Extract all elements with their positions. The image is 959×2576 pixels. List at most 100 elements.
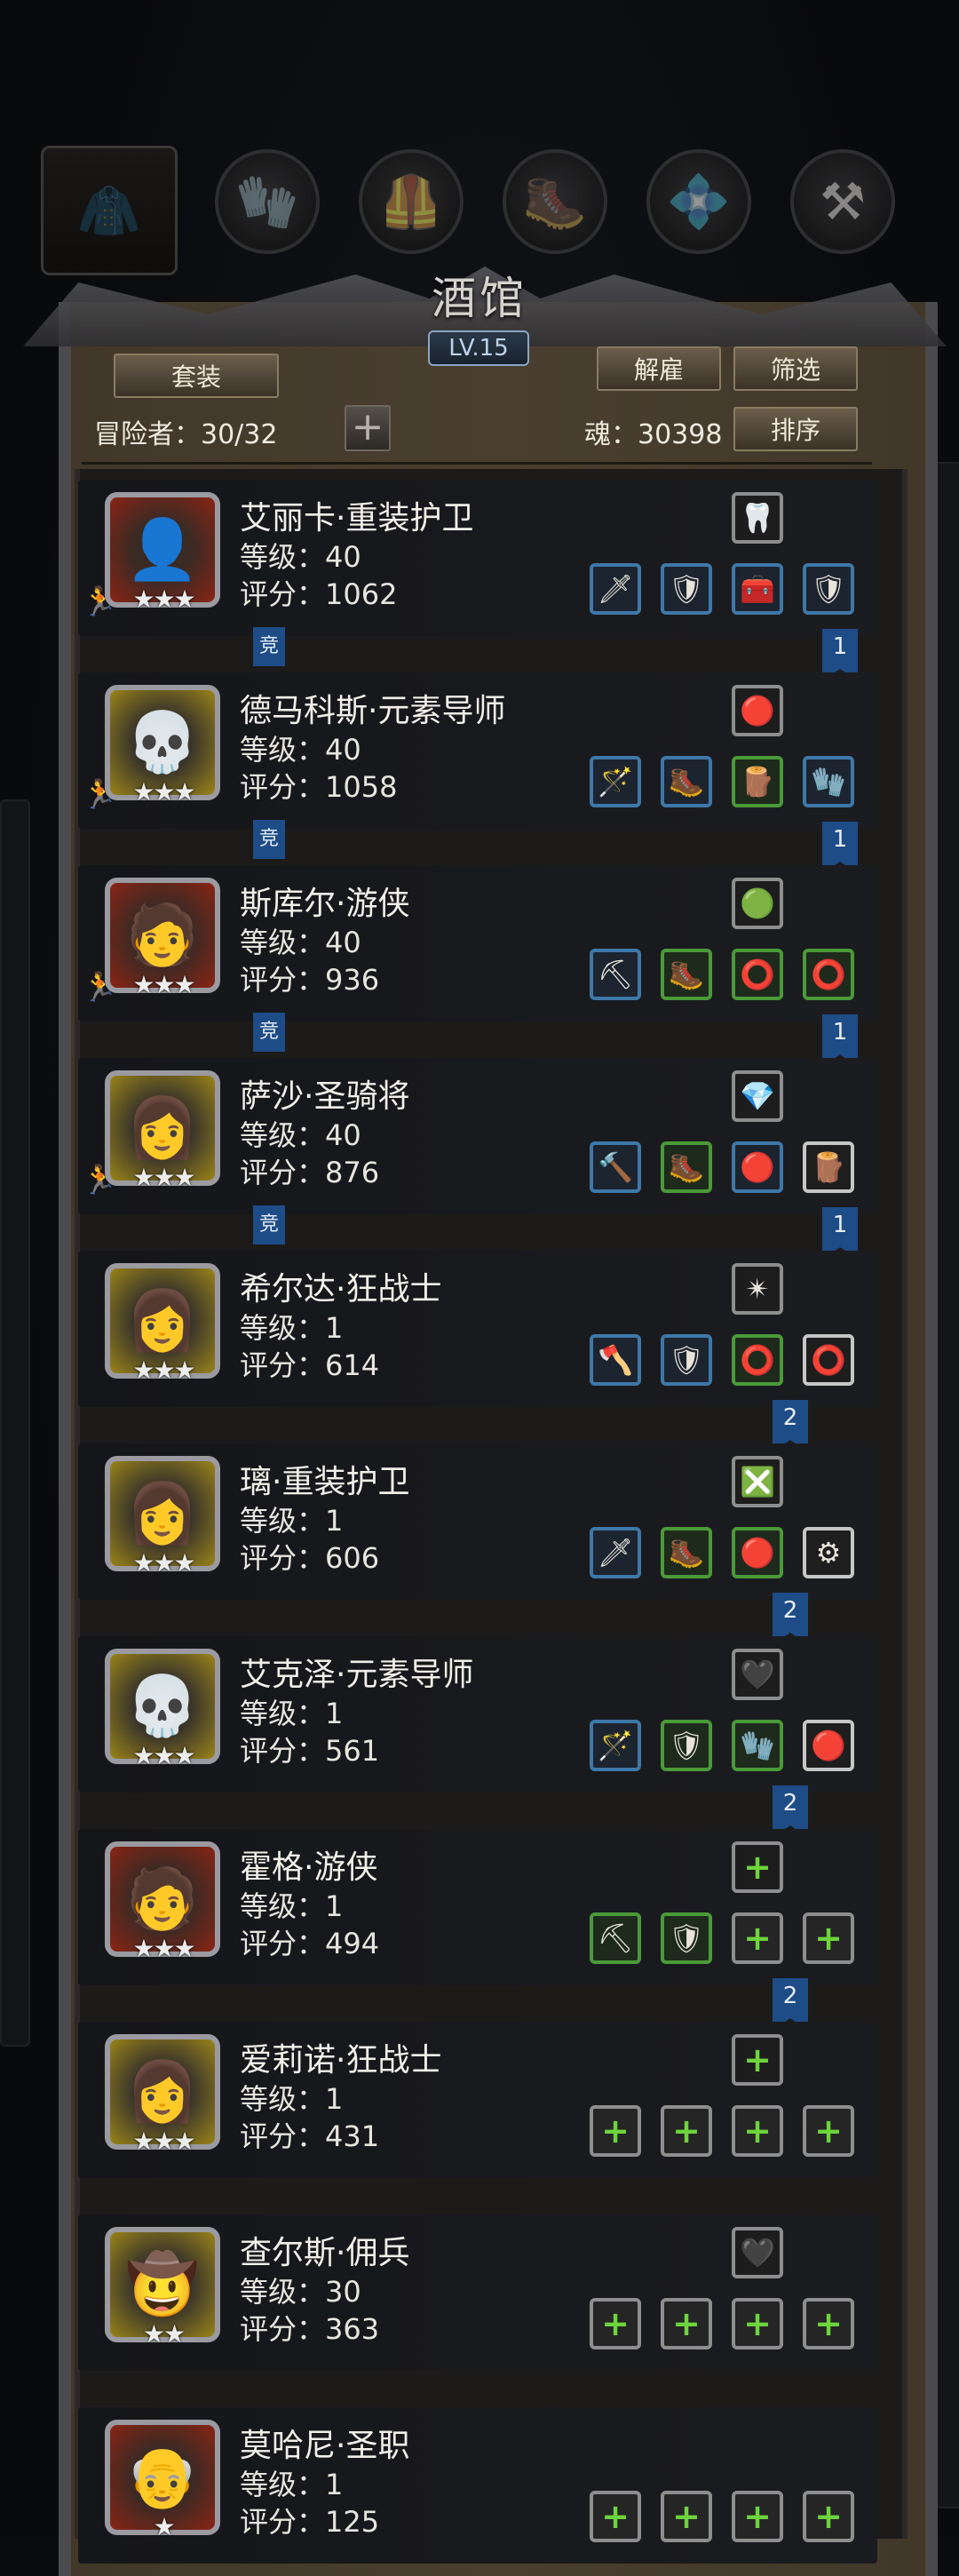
equipment-slot[interactable]: 🥾 xyxy=(661,756,712,807)
equipment-slot[interactable]: 🥾 xyxy=(661,1527,712,1578)
accessory-slot[interactable]: ✴ xyxy=(732,1263,783,1315)
equipment-icon: ⛏ xyxy=(597,958,634,991)
equipment-slot[interactable]: 🔴 xyxy=(732,1527,783,1578)
hero-card[interactable]: 🧑 ★★★ 🏃 斯库尔·游侠 等级：40 评分：936 🟢 ⛏ 🥾 ⭕ ⭕ xyxy=(78,865,877,1022)
purple-crystal-icon: 💎 xyxy=(740,1079,775,1113)
tab-chest-armor[interactable]: 🦺 xyxy=(359,149,464,254)
equipment-slot[interactable]: 🧰 xyxy=(732,563,783,615)
equipment-slot[interactable]: + xyxy=(661,2491,712,2542)
tab-glove[interactable]: 🧤 xyxy=(215,149,320,254)
equipment-slot[interactable]: 🛡 xyxy=(661,1334,712,1386)
tab-boots[interactable]: 🥾 xyxy=(503,149,607,254)
crystal-icon: 💠 xyxy=(666,171,732,232)
equipment-slot[interactable]: 🪄 xyxy=(590,756,641,807)
equipment-slot[interactable]: + xyxy=(803,2298,854,2349)
accessory-slot[interactable]: 🦷 xyxy=(732,492,783,544)
hero-card[interactable]: 👴 ★ 莫哈尼·圣职 等级：1 评分：125 + + + + xyxy=(78,2407,877,2564)
avatar-icon: 🤠 xyxy=(125,2250,200,2318)
hero-card[interactable]: 🤠 ★★ 查尔斯·佣兵 等级：30 评分：363 🖤 + + + + xyxy=(78,2214,877,2371)
hero-name: 查尔斯·佣兵 xyxy=(240,2235,410,2271)
soul-count: 魂：30398 xyxy=(584,419,723,450)
equipment-slot[interactable]: + xyxy=(803,2105,854,2157)
equipment-icon: ⭕ xyxy=(740,1343,775,1377)
hero-card[interactable]: 👩 ★★★ 璃·重装护卫 等级：1 评分：606 ❎ 🗡 🥾 🔴 ⚙ xyxy=(78,1443,877,1600)
equipment-slot[interactable]: 🧤 xyxy=(732,1720,783,1771)
hero-card[interactable]: 👩 ★★★ 爱莉诺·狂战士 等级：1 评分：431 + + + + + xyxy=(78,2022,877,2178)
arena-tag: 竞 xyxy=(253,627,285,666)
hero-score: 评分：876 xyxy=(240,1156,380,1189)
equipment-slot[interactable]: + xyxy=(732,1912,783,1964)
equipment-slot[interactable]: 🗡 xyxy=(590,563,641,615)
accessory-slot[interactable]: 💎 xyxy=(732,1070,783,1122)
page-title: 酒馆 xyxy=(432,273,527,324)
equipment-slot[interactable]: ⛏ xyxy=(590,949,641,1000)
hero-card[interactable]: 🧑 ★★★ 霍格·游侠 等级：1 评分：494 + ⛏ 🛡 + + xyxy=(78,1829,877,1985)
equipment-slot[interactable]: 🛡 xyxy=(661,563,712,615)
equipment-slot[interactable]: 🛡 xyxy=(661,1720,712,1771)
equipment-slot[interactable]: ⭕ xyxy=(803,1334,854,1386)
hero-card[interactable]: 💀 ★★★ 艾克泽·元素导师 等级：1 评分：561 🖤 🪄 🛡 🧤 🔴 xyxy=(78,1636,877,1793)
accessory-slot[interactable]: 🖤 xyxy=(732,1649,783,1700)
equipment-slot[interactable]: 🪵 xyxy=(732,756,783,807)
tab-hood[interactable]: 🧥 xyxy=(41,146,178,275)
sort-button[interactable]: 排序 xyxy=(733,407,858,451)
expedition-runner-icon: 🏃 xyxy=(82,584,117,618)
expedition-runner-icon: 🏃 xyxy=(82,1163,117,1197)
hero-card[interactable]: 👩 ★★★ 希尔达·狂战士 等级：1 评分：614 ✴ 🪓 🛡 ⭕ ⭕ xyxy=(78,1251,877,1407)
filter-button[interactable]: 筛选 xyxy=(733,346,858,391)
equipment-icon: 🪄 xyxy=(598,1729,633,1762)
dismiss-button[interactable]: 解雇 xyxy=(597,346,721,391)
equipment-slot[interactable]: 🥾 xyxy=(661,1141,712,1193)
equipment-slot[interactable]: ⭕ xyxy=(732,1334,783,1386)
equipment-slot[interactable]: + xyxy=(590,2298,641,2349)
hero-level: 等级：30 xyxy=(240,2275,361,2309)
equipment-slot[interactable]: + xyxy=(732,2298,783,2349)
equipment-slot[interactable]: + xyxy=(803,2491,854,2542)
equipment-slot[interactable]: ⭕ xyxy=(803,949,854,1000)
equipment-slot[interactable]: + xyxy=(590,2105,641,2157)
equipment-slot[interactable]: 🛡 xyxy=(661,1912,712,1964)
equipment-slot[interactable]: 🔨 xyxy=(590,1141,641,1193)
equipment-slot[interactable]: 🪓 xyxy=(590,1334,641,1386)
hero-score: 评分：606 xyxy=(240,1541,380,1575)
equipment-slot[interactable]: + xyxy=(803,1912,854,1964)
equipment-slot[interactable]: 🔴 xyxy=(803,1720,854,1771)
equipment-slot[interactable]: 🔴 xyxy=(732,1141,783,1193)
equipment-slot[interactable]: + xyxy=(661,2105,712,2157)
accessory-slot[interactable]: + xyxy=(732,2034,783,2086)
accessory-slot[interactable]: + xyxy=(732,1841,783,1893)
equipment-icon: 🗡 xyxy=(597,1536,634,1570)
equipment-slot[interactable]: 🗡 xyxy=(590,1527,641,1578)
equipment-slot[interactable]: ⛏ xyxy=(590,1912,641,1964)
equipment-slot[interactable]: ⭕ xyxy=(732,949,783,1000)
tab-crystal[interactable]: 💠 xyxy=(646,149,751,254)
equipment-slot[interactable]: ⚙ xyxy=(803,1527,854,1578)
add-slot-button[interactable]: + xyxy=(345,405,391,451)
equipment-icon: 🧰 xyxy=(740,572,775,606)
equipment-slot[interactable]: 🛡 xyxy=(803,563,854,615)
hero-name: 希尔达·狂战士 xyxy=(240,1271,442,1308)
accessory-slot[interactable]: 🔴 xyxy=(732,685,783,736)
black-claw-icon: 🖤 xyxy=(740,1658,775,1691)
hero-card[interactable]: 👩 ★★★ 🏃 萨沙·圣骑将 等级：40 评分：876 💎 🔨 🥾 🔴 🪵 xyxy=(78,1058,877,1214)
hero-name: 萨沙·圣骑将 xyxy=(240,1078,410,1115)
equipment-slot[interactable]: 🪵 xyxy=(803,1141,854,1193)
accessory-slot[interactable]: 🟢 xyxy=(732,878,783,929)
equipment-slot[interactable]: + xyxy=(661,2298,712,2349)
tab-anvil[interactable]: ⚒ xyxy=(790,149,895,254)
accessory-slot[interactable]: 🖤 xyxy=(732,2227,783,2278)
equipment-slot[interactable]: + xyxy=(590,2491,641,2542)
equipment-icon: 🛡 xyxy=(668,1921,705,1955)
hero-score: 评分：431 xyxy=(240,2119,380,2153)
equipment-slot[interactable]: + xyxy=(732,2105,783,2157)
hero-card[interactable]: 💀 ★★★ 🏃 德马科斯·元素导师 等级：40 评分：1058 🔴 🪄 🥾 🪵 🧤 xyxy=(78,672,877,829)
accessory-slot[interactable]: ❎ xyxy=(732,1456,783,1507)
equipment-slot[interactable]: 🪄 xyxy=(590,1720,641,1771)
hero-card[interactable]: 👤 ★★★ 🏃 艾丽卡·重装护卫 等级：40 评分：1062 🦷 🗡 🛡 🧰 🛡 xyxy=(78,480,877,636)
arena-tag: 竞 xyxy=(253,820,285,859)
equipment-slot[interactable]: 🥾 xyxy=(661,949,712,1000)
equipment-slot[interactable]: + xyxy=(732,2491,783,2542)
set-button[interactable]: 套装 xyxy=(114,354,279,398)
equipment-icon: ⭕ xyxy=(811,958,846,991)
equipment-slot[interactable]: 🧤 xyxy=(803,756,854,807)
